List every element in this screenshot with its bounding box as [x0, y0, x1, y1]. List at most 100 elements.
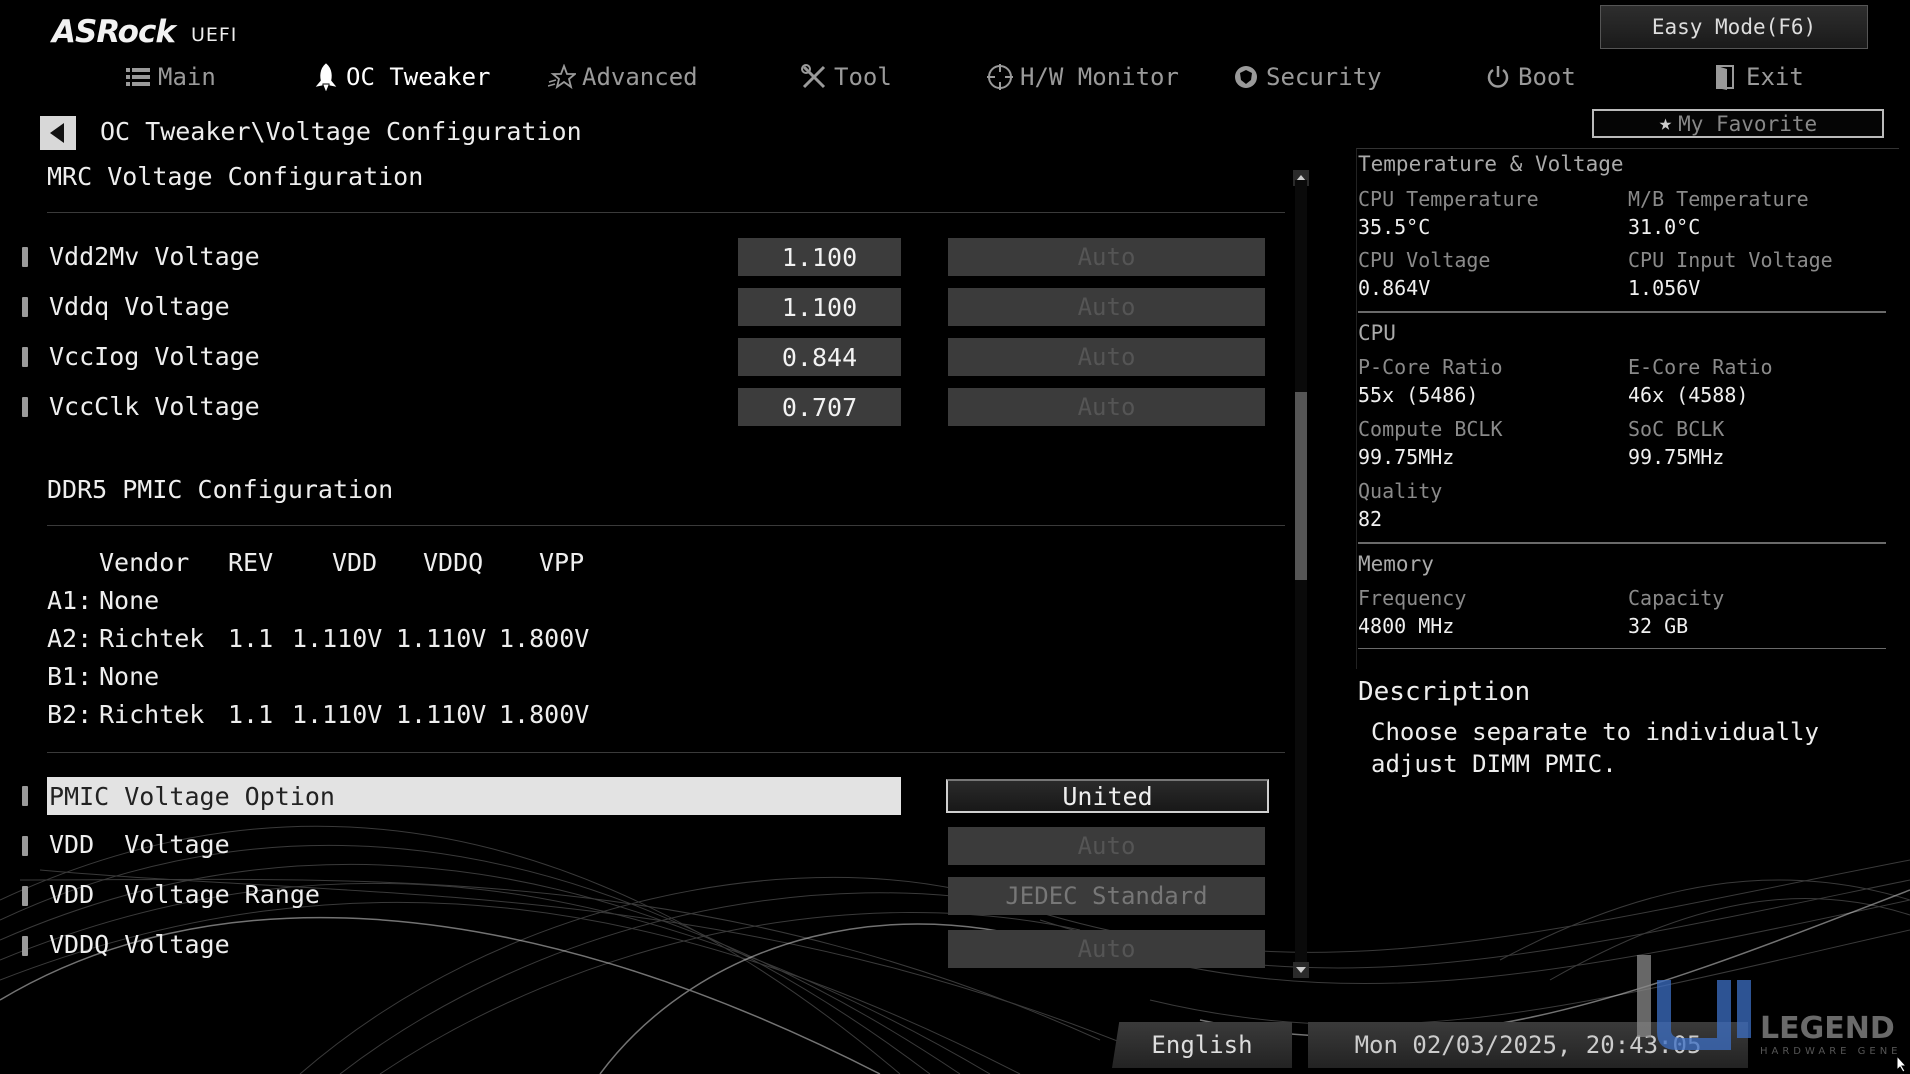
scroll-down-button[interactable]	[1293, 962, 1309, 978]
main-nav: Main OC Tweaker Advanced Tool H/W Monito…	[0, 55, 1910, 99]
tab-security[interactable]: Security	[1232, 55, 1382, 99]
vendor: None	[99, 662, 160, 691]
list-icon	[124, 63, 152, 91]
col-vpp: VPP	[539, 548, 585, 577]
tab-tool-label: Tool	[834, 63, 892, 91]
setting-label: VccIog Voltage	[49, 342, 260, 371]
power-icon	[1484, 63, 1512, 91]
svg-text:HARDWARE GENERATION: HARDWARE GENERATION	[1760, 1046, 1902, 1057]
mb-temp-value: 31.0°C	[1628, 215, 1701, 239]
row-marker	[22, 297, 28, 317]
vendor: Richtek	[99, 624, 205, 653]
vpp: 1.800V	[499, 624, 590, 653]
tab-oc-tweaker-label: OC Tweaker	[346, 63, 491, 91]
cpu-heading: CPU	[1358, 321, 1396, 345]
ecore-ratio-label: E-Core Ratio	[1628, 355, 1773, 379]
cpu-temp-value: 35.5°C	[1358, 215, 1431, 239]
mouse-cursor-icon	[1896, 1055, 1908, 1073]
pmic-section-title: DDR5 PMIC Configuration	[47, 475, 394, 504]
row-marker	[22, 397, 28, 417]
col-rev: REV	[228, 548, 274, 577]
row-marker	[22, 936, 28, 956]
mrc-section-title: MRC Voltage Configuration	[47, 162, 424, 191]
setting-label: VDD Voltage	[49, 830, 230, 859]
cpu-voltage-label: CPU Voltage	[1358, 248, 1491, 272]
asrock-logo: ASRock	[52, 14, 176, 50]
tab-tool[interactable]: Tool	[800, 55, 892, 99]
cpu-voltage-value: 0.864V	[1358, 276, 1431, 300]
tab-hw-monitor-label: H/W Monitor	[1020, 63, 1179, 91]
easy-mode-button[interactable]: Easy Mode(F6)	[1600, 5, 1868, 49]
tab-advanced-label: Advanced	[582, 63, 698, 91]
pcore-ratio-label: P-Core Ratio	[1358, 355, 1503, 379]
divider	[1358, 311, 1886, 313]
divider	[1358, 648, 1886, 649]
star-icon	[548, 63, 576, 91]
uefi-label: UEFI	[190, 24, 238, 46]
shield-icon	[1232, 63, 1260, 91]
setting-label: VDD Voltage Range	[49, 880, 320, 909]
back-arrow-icon	[49, 123, 64, 143]
vddq: 1.110V	[396, 700, 487, 729]
tab-main[interactable]: Main	[124, 55, 216, 99]
memory-heading: Memory	[1358, 552, 1434, 576]
setting-label: Vdd2Mv Voltage	[49, 242, 260, 271]
voltage-value: 0.707	[738, 388, 901, 426]
slot: B1:	[47, 662, 93, 691]
my-favorite-label: My Favorite	[1678, 111, 1818, 136]
vendor: None	[99, 586, 160, 615]
exit-door-icon	[1712, 63, 1740, 91]
voltage-value: 0.844	[738, 338, 901, 376]
pmic-option-select[interactable]: United	[946, 779, 1269, 813]
tab-boot[interactable]: Boot	[1484, 55, 1576, 99]
tools-icon	[800, 63, 828, 91]
slot: A2:	[47, 624, 93, 653]
pcore-ratio-value: 55x (5486)	[1358, 383, 1479, 407]
tab-security-label: Security	[1266, 63, 1382, 91]
favorite-star-icon: ★	[1658, 111, 1673, 136]
tab-boot-label: Boot	[1518, 63, 1576, 91]
crosshair-icon	[986, 63, 1014, 91]
divider	[1358, 542, 1886, 544]
mode-select[interactable]: Auto	[948, 827, 1265, 865]
compute-bclk-label: Compute BCLK	[1358, 417, 1503, 441]
back-button[interactable]	[40, 116, 76, 150]
mode-select[interactable]: Auto	[948, 338, 1265, 376]
divider	[47, 525, 1285, 526]
quality-value: 82	[1358, 507, 1383, 531]
brand: ASRock UEFI	[52, 10, 237, 50]
rev: 1.1	[228, 624, 274, 653]
voltage-value: 1.100	[738, 238, 901, 276]
tab-advanced[interactable]: Advanced	[548, 55, 698, 99]
mode-select[interactable]: Auto	[948, 288, 1265, 326]
capacity-value: 32 GB	[1628, 614, 1689, 638]
rocket-icon	[312, 63, 340, 91]
soc-bclk-label: SoC BCLK	[1628, 417, 1725, 441]
setting-label: Vddq Voltage	[49, 292, 230, 321]
row-marker	[22, 247, 28, 267]
vpp: 1.800V	[499, 700, 590, 729]
bios-screen: ASRock UEFI Easy Mode(F6) Main OC Tweake…	[0, 0, 1910, 1074]
soc-bclk-value: 99.75MHz	[1628, 445, 1725, 469]
voltage-value: 1.100	[738, 288, 901, 326]
down-arrow-icon	[1296, 967, 1306, 973]
legend-watermark-logo: LEGEND HARDWARE GENERATION	[1637, 955, 1902, 1057]
tab-oc-tweaker[interactable]: OC Tweaker	[312, 55, 491, 99]
my-favorite-button[interactable]: ★ My Favorite	[1592, 109, 1884, 138]
tab-hw-monitor[interactable]: H/W Monitor	[986, 55, 1179, 99]
tab-exit[interactable]: Exit	[1712, 55, 1804, 99]
scrollbar-thumb[interactable]	[1295, 392, 1307, 580]
setting-label: VDDQ Voltage	[49, 930, 230, 959]
language-button[interactable]: English	[1112, 1022, 1292, 1068]
mode-select[interactable]: Auto	[948, 930, 1265, 968]
frequency-label: Frequency	[1358, 586, 1467, 610]
mode-select[interactable]: Auto	[948, 388, 1265, 426]
range-select[interactable]: JEDEC Standard	[948, 877, 1265, 915]
mode-select[interactable]: Auto	[948, 238, 1265, 276]
col-vdd: VDD	[332, 548, 378, 577]
setting-label: VccClk Voltage	[49, 392, 260, 421]
vdd: 1.110V	[292, 700, 383, 729]
vendor: Richtek	[99, 700, 205, 729]
vdd: 1.110V	[292, 624, 383, 653]
frequency-value: 4800 MHz	[1358, 614, 1455, 638]
